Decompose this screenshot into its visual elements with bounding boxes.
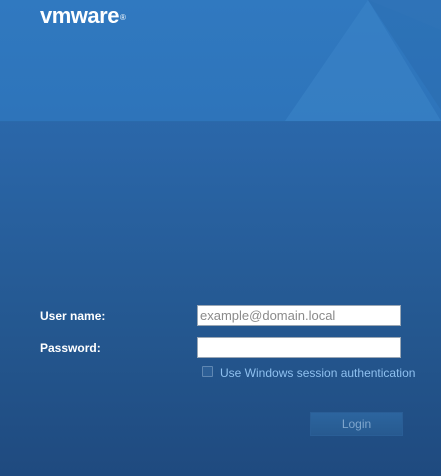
password-label: Password: (40, 341, 101, 355)
password-input[interactable] (197, 337, 401, 358)
vmware-logo: vmware® (40, 3, 126, 28)
username-input[interactable] (197, 305, 401, 326)
windows-auth-label[interactable]: Use Windows session authentication (220, 366, 415, 380)
registered-mark: ® (119, 13, 126, 22)
login-button[interactable]: Login (310, 412, 403, 436)
windows-auth-checkbox[interactable] (202, 366, 213, 377)
logo-text: vmware (40, 3, 119, 28)
username-label: User name: (40, 309, 106, 323)
